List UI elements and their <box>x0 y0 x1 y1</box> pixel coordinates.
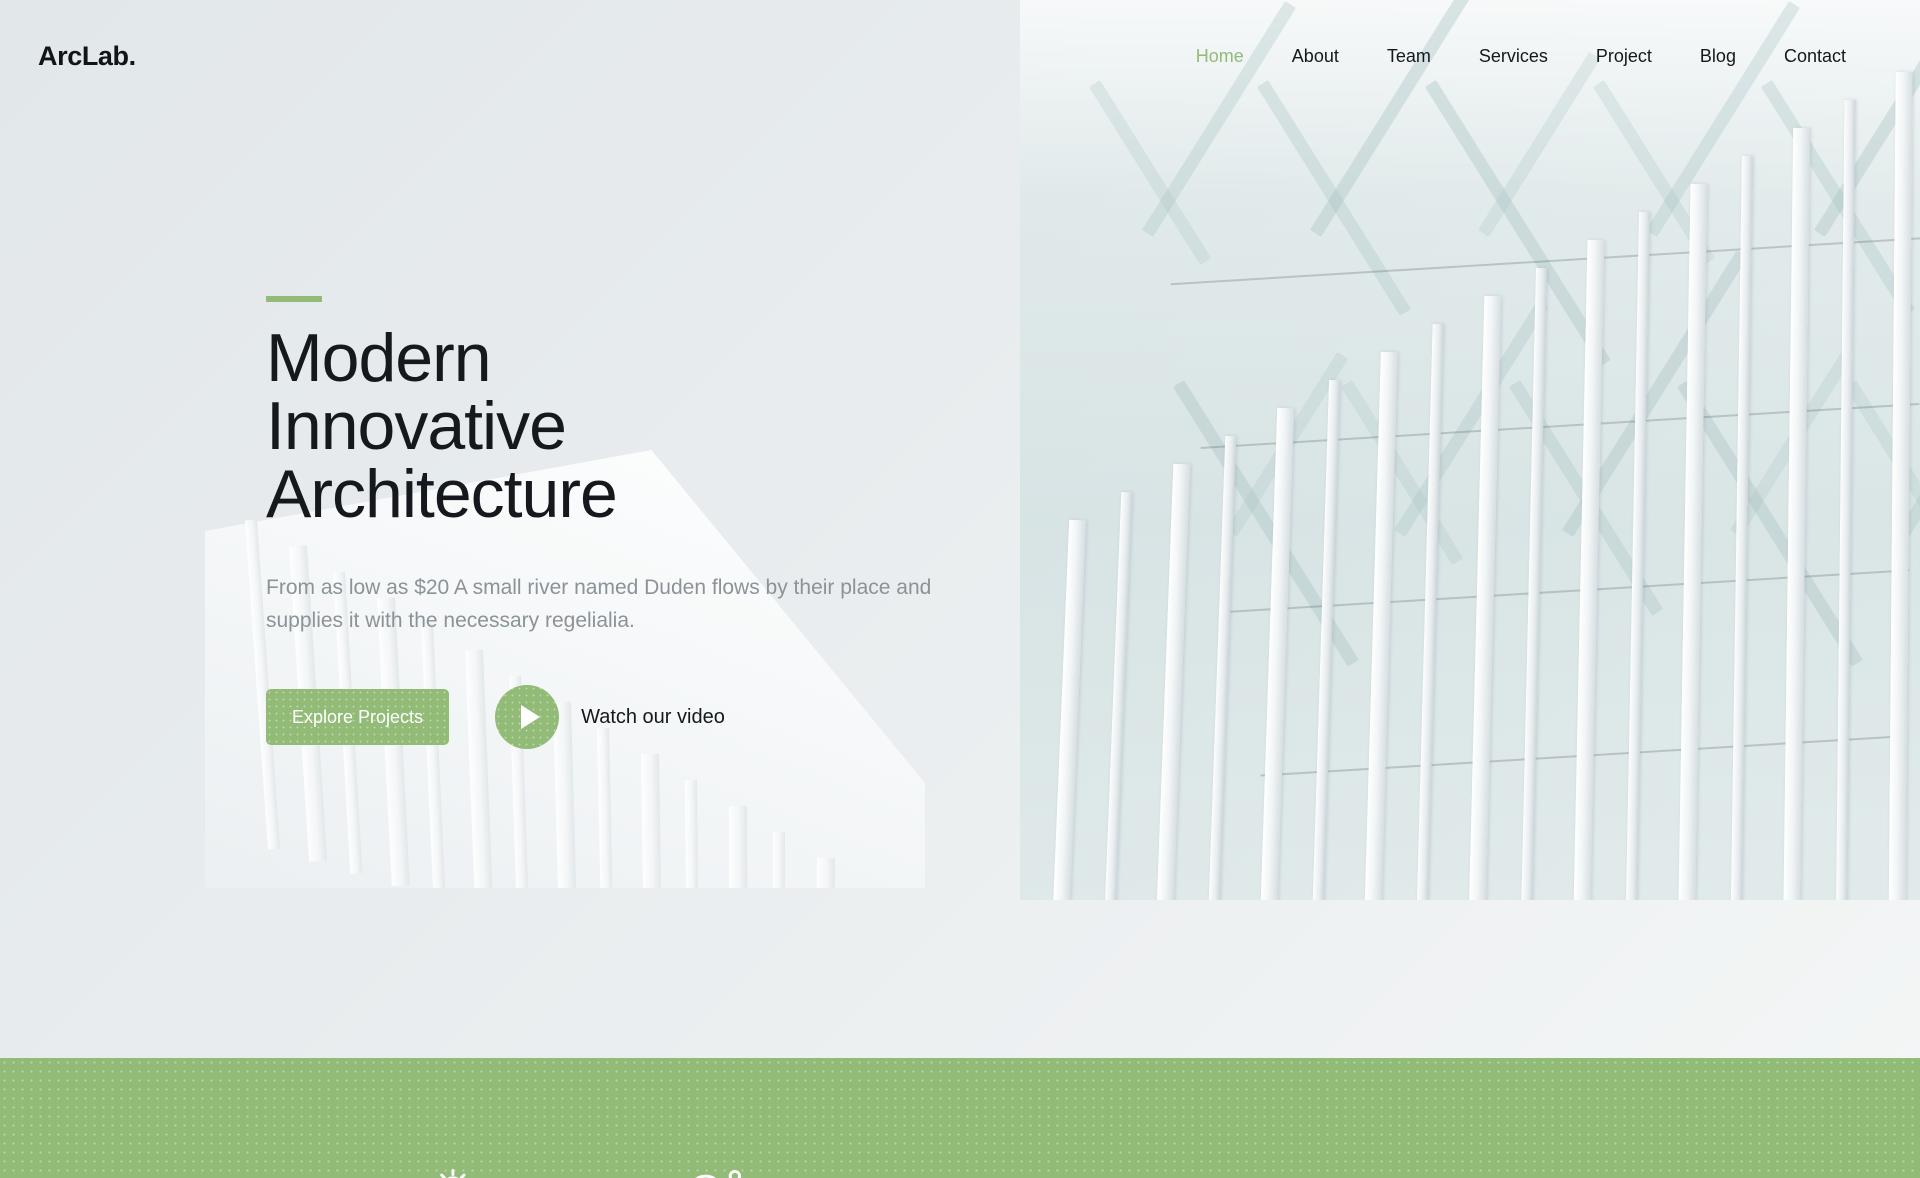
facade-fin <box>1415 888 1444 900</box>
hero-title-line-1: Modern <box>266 320 492 396</box>
window-mullion <box>1170 236 1920 286</box>
facade-fin <box>1363 351 1398 888</box>
glass-curtain-wall-lower <box>1020 888 1920 900</box>
window-mullion <box>1260 735 1900 777</box>
nav-item-contact[interactable]: Contact <box>1760 38 1870 75</box>
facade-fin <box>1050 888 1087 900</box>
gears-icon <box>400 1166 472 1178</box>
facade-fin <box>1206 435 1237 888</box>
page-root: ArcLab. Home About Team Services Project… <box>0 0 1920 1178</box>
nav-item-blog[interactable]: Blog <box>1676 38 1760 75</box>
structural-brace <box>1760 80 1916 316</box>
hero-photo-lower <box>1020 888 1920 1058</box>
facade-fin <box>1154 463 1191 888</box>
hero-actions: Explore Projects Watch our video <box>266 685 1096 750</box>
structural-brace <box>1340 380 1464 565</box>
structural-brace <box>1676 380 1863 667</box>
window-mullion <box>1230 569 1910 613</box>
main-navigation: Home About Team Services Project Blog Co… <box>1172 38 1882 75</box>
feature-item-team[interactable] <box>682 1166 754 1178</box>
canopy-fin <box>597 727 614 888</box>
facade-fin <box>1310 379 1341 888</box>
structural-brace <box>1844 380 1920 565</box>
site-header: ArcLab. Home About Team Services Project… <box>0 0 1920 112</box>
glass-curtain-wall <box>1020 0 1920 888</box>
structural-brace <box>1256 80 1412 316</box>
structural-brace <box>1898 301 1920 537</box>
structural-brace <box>1508 380 1664 616</box>
building-facade-lower <box>1020 888 1920 900</box>
facade-fin <box>1677 888 1708 900</box>
play-icon[interactable] <box>495 685 560 750</box>
structural-brace <box>1730 351 1853 537</box>
facade-fin <box>1467 888 1502 900</box>
canopy-fin <box>772 831 785 888</box>
structural-brace <box>1226 351 1349 537</box>
hero-description: From as low as $20 A small river named D… <box>266 576 932 632</box>
nav-item-about[interactable]: About <box>1268 38 1363 75</box>
site-logo[interactable]: ArcLab. <box>38 41 136 72</box>
explore-projects-button[interactable]: Explore Projects <box>266 689 450 746</box>
hero-title-line-3: Architecture <box>266 456 618 532</box>
facade-fin <box>1102 888 1133 900</box>
facade-fin <box>1520 267 1547 888</box>
facade-fin <box>1624 211 1651 888</box>
canopy-fin <box>729 805 748 888</box>
page-title: Modern Innovative Architecture <box>266 324 1096 528</box>
facade-fin <box>1572 888 1605 900</box>
nav-item-team[interactable]: Team <box>1363 38 1455 75</box>
hero-title-line-2: Innovative <box>266 388 567 464</box>
facade-fin <box>1677 183 1708 888</box>
facade-fin <box>1206 888 1237 900</box>
facade-fin <box>1572 239 1605 888</box>
structural-brace <box>1394 301 1549 537</box>
watch-video-label: Watch our video <box>581 705 725 728</box>
facade-fin <box>1730 155 1753 888</box>
facade-fin <box>1782 127 1811 888</box>
nav-item-project[interactable]: Project <box>1572 38 1676 75</box>
facade-fin <box>1835 99 1856 888</box>
facade-fin <box>1154 888 1191 900</box>
structural-brace <box>1172 380 1359 667</box>
facade-fin <box>1258 407 1295 888</box>
facade-fin <box>1363 888 1398 900</box>
facade-fin <box>1102 491 1133 888</box>
hero-section: Modern Innovative Architecture From as l… <box>266 296 1096 750</box>
feature-item-automation[interactable] <box>400 1166 472 1178</box>
facade-fin <box>1730 888 1753 900</box>
facade-fin <box>1258 888 1295 900</box>
facade-fin <box>1415 323 1444 888</box>
facade-fin <box>1782 888 1811 900</box>
building-facade <box>1020 0 1920 888</box>
accent-bar <box>266 296 322 302</box>
nav-item-home[interactable]: Home <box>1172 38 1268 75</box>
canopy-fin <box>641 753 663 888</box>
structural-brace <box>1562 250 1748 537</box>
play-triangle <box>520 705 540 730</box>
canopy-fin <box>685 779 699 888</box>
facade-fin <box>1888 71 1913 888</box>
watch-video-control[interactable]: Watch our video <box>495 685 725 750</box>
facade-fin <box>1310 888 1341 900</box>
facade-fin <box>1888 888 1913 900</box>
facade-fin <box>1467 295 1502 888</box>
feature-band <box>0 1058 1920 1178</box>
nav-item-services[interactable]: Services <box>1455 38 1572 75</box>
structural-brace <box>1424 80 1611 367</box>
canopy-fin <box>815 857 835 888</box>
window-mullion <box>1200 403 1920 449</box>
facade-fin <box>1624 888 1651 900</box>
facade-fin <box>1835 888 1856 900</box>
facade-fin <box>1520 888 1547 900</box>
people-robot-icon <box>682 1166 754 1178</box>
